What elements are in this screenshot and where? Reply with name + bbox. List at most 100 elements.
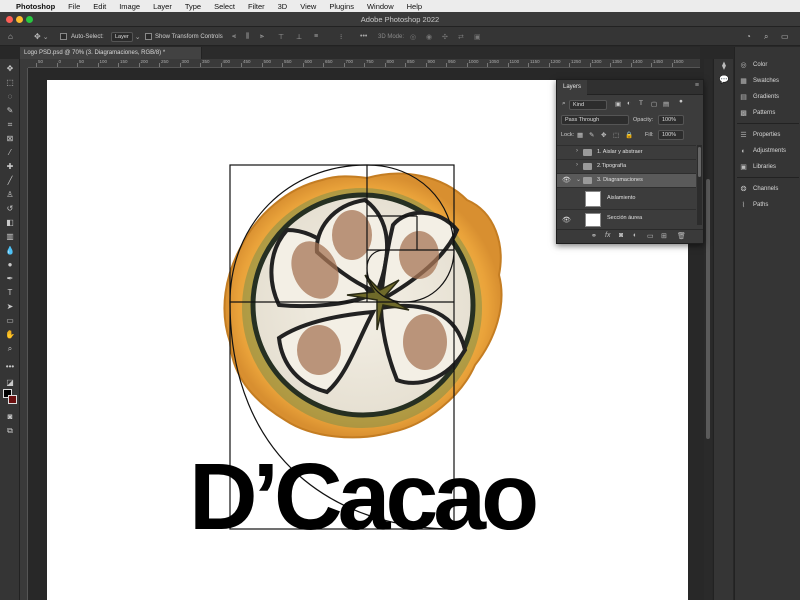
chevron-down-icon[interactable]: ⌄ [576,176,581,183]
lock-artboard-icon[interactable]: ⬚ [613,131,619,139]
layer-row[interactable]: › 2.Tipografía [557,159,696,173]
layer-row[interactable]: Aislamiento [557,187,696,209]
share-icon[interactable]: ◔ [746,31,751,42]
horizontal-ruler[interactable]: 50 0 50 100 150 200 250 300 350 400 450 500 550 600 65… [28,59,700,68]
patterns-panel-button[interactable]: ▩ Patterns [739,107,775,119]
lock-position-icon[interactable]: ✥ [601,131,606,139]
menu-file[interactable]: File [68,2,80,11]
layer-row[interactable]: 👁 Sección áurea [557,209,696,229]
3d-slide-icon[interactable]: ⇄ [458,31,464,42]
blur-tool-icon[interactable]: 💧 [4,245,16,256]
distribute-icon[interactable]: ⊥ [296,31,302,42]
eye-icon[interactable]: 👁 [562,216,571,224]
align-left-icon[interactable]: ⫷ [232,31,236,42]
menu-type[interactable]: Type [185,2,201,11]
new-layer-icon[interactable]: ⊞ [661,232,667,240]
menu-help[interactable]: Help [407,2,422,11]
background-color-swatch[interactable] [8,395,17,404]
filter-smart-object-icon[interactable]: ▤ [663,100,669,108]
3d-orbit-icon[interactable]: ◎ [410,31,416,42]
align-right-icon[interactable]: ⫸ [260,31,264,42]
tab-layers[interactable]: Layers [557,80,588,95]
vertical-ruler[interactable] [20,68,28,600]
align-top-icon[interactable]: ⊤ [278,31,284,42]
libraries-panel-button[interactable]: ▣ Libraries [739,161,776,173]
chevron-right-icon[interactable]: › [576,162,578,168]
screen-mode-icon[interactable]: ⧉ [4,425,16,436]
filter-shape-icon[interactable]: ▢ [651,100,657,108]
menu-window[interactable]: Window [367,2,394,11]
layers-scrollbar[interactable] [697,145,702,225]
menu-layer[interactable]: Layer [153,2,172,11]
marquee-tool-icon[interactable]: ⬚ [4,77,16,88]
rectangle-tool-icon[interactable]: ▭ [4,315,16,326]
move-tool-icon[interactable]: ✥ [4,63,16,74]
layer-row[interactable]: › 1. Aislar y abstraer [557,145,696,159]
canvas-scrollbar[interactable] [704,59,712,600]
align-bottom-icon[interactable]: ≡ [314,31,318,42]
move-tool-preset-icon[interactable]: ✥ ⌄ [34,31,49,42]
paths-panel-button[interactable]: ⌇ Paths [739,199,769,211]
filter-pixel-icon[interactable]: ▣ [615,100,621,108]
chevron-right-icon[interactable]: › [576,148,578,154]
distribute-vertical-icon[interactable]: ⁝ [340,31,342,42]
hand-tool-icon[interactable]: ✋ [4,329,16,340]
gradient-tool-icon[interactable]: ▥ [4,231,16,242]
menu-3d[interactable]: 3D [278,2,288,11]
3d-pan-icon[interactable]: ✣ [442,31,448,42]
more-options-button[interactable]: ••• [360,31,367,42]
menu-view[interactable]: View [300,2,316,11]
gradients-panel-button[interactable]: ▤ Gradients [739,91,779,103]
align-center-icon[interactable]: ⫼ [246,31,249,42]
frame-tool-icon[interactable]: ⊠ [4,133,16,144]
color-panel-button[interactable]: ◎ Color [739,59,767,71]
lock-all-icon[interactable]: 🔒 [625,131,633,139]
document-tab[interactable]: Logo PSD.psd @ 70% (3. Diagramaciones, R… [20,47,202,59]
3d-scale-icon[interactable]: ▣ [474,31,481,42]
edit-toolbar-icon[interactable]: ••• [4,361,16,372]
eraser-tool-icon[interactable]: ◧ [4,217,16,228]
layers-scrollbar-thumb[interactable] [698,147,701,177]
opacity-input[interactable]: 100% [658,115,684,125]
search-icon[interactable]: ⌕ [764,31,768,42]
auto-select-dropdown[interactable]: Layer [111,31,133,42]
fill-input[interactable]: 100% [658,130,684,140]
show-transform-checkbox[interactable] [145,31,155,42]
quick-select-tool-icon[interactable]: ✎ [4,105,16,116]
swatches-panel-button[interactable]: ▦ Swatches [739,75,779,87]
lasso-tool-icon[interactable]: ◌ [4,91,16,102]
adjustment-layer-icon[interactable]: ◐ [633,232,637,239]
canvas-scrollbar-thumb[interactable] [706,179,710,439]
quick-mask-icon[interactable]: ◙ [4,411,16,422]
menu-plugins[interactable]: Plugins [329,2,354,11]
comments-panel-icon[interactable]: 💬 [719,75,729,85]
brush-tool-icon[interactable]: ╱ [4,175,16,186]
lock-transparent-icon[interactable]: ▦ [577,131,583,139]
filter-adjustment-icon[interactable]: ◐ [627,100,631,107]
ruler-origin[interactable] [20,59,28,68]
filter-kind-dropdown[interactable]: Kind [569,100,607,110]
link-layers-icon[interactable]: ⚭ [591,232,597,240]
channels-panel-button[interactable]: ❂ Channels [739,183,779,195]
path-select-icon[interactable]: ➤ [4,301,16,312]
auto-select-checkbox[interactable] [60,31,70,42]
pen-tool-icon[interactable]: ✒ [4,273,16,284]
menu-select[interactable]: Select [214,2,235,11]
blend-mode-dropdown[interactable]: Pass Through [561,115,629,125]
eye-icon[interactable]: 👁 [562,176,571,184]
3d-roll-icon[interactable]: ◉ [426,31,432,42]
adjustments-panel-button[interactable]: ◐ Adjustments [739,145,786,157]
home-icon[interactable]: ⌂ [8,31,13,42]
layer-row-selected[interactable]: 👁 ⌄ 3. Diagramaciones [557,173,696,187]
workspace-icon[interactable]: ▭ [781,31,789,42]
menu-image[interactable]: Image [119,2,140,11]
eyedropper-tool-icon[interactable]: ⁄ [4,147,16,158]
trash-icon[interactable]: 🗑 [677,232,686,240]
lock-image-icon[interactable]: ✎ [589,131,594,139]
history-brush-icon[interactable]: ↺ [4,203,16,214]
clone-stamp-icon[interactable]: ♙ [4,189,16,200]
zoom-tool-icon[interactable]: ⌕ [4,343,16,354]
fx-icon[interactable]: fx [605,232,610,239]
filter-toggle-icon[interactable]: ● [679,98,683,105]
history-panel-icon[interactable]: ⧫ [719,61,729,71]
